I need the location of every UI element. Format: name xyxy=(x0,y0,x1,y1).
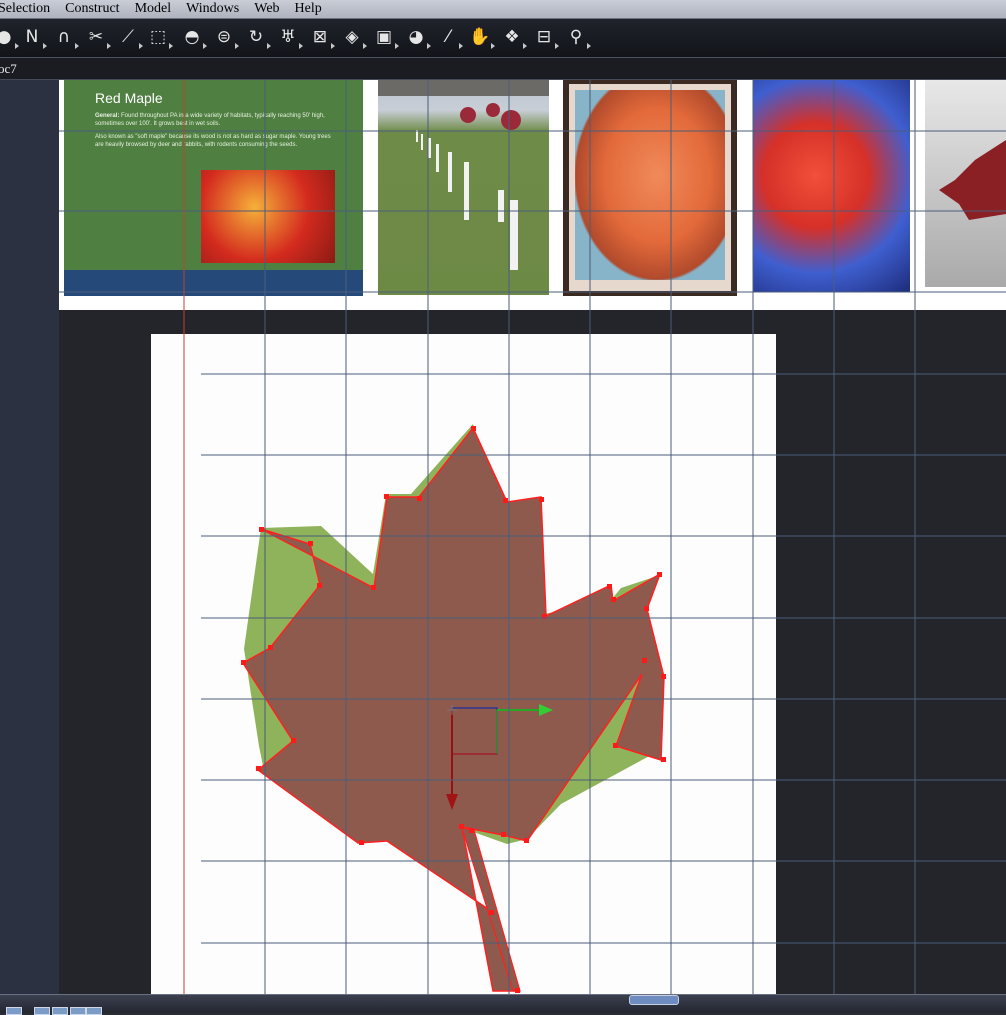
status-toggle-4[interactable] xyxy=(70,1007,86,1015)
sphere-tool-icon[interactable]: ● xyxy=(0,25,19,49)
document-title-bar: oc7 xyxy=(0,58,1006,80)
bounding-box-tool-icon[interactable]: ⬚ xyxy=(146,25,173,49)
menu-windows[interactable]: Windows xyxy=(186,1,248,17)
ball-tool-icon[interactable]: ◕ xyxy=(404,25,431,49)
camera-tool-icon[interactable]: ⊟ xyxy=(532,25,559,49)
scissors-tool-icon[interactable]: ✂ xyxy=(84,25,111,49)
polyline-tool-icon[interactable]: N xyxy=(20,25,47,49)
construction-grid xyxy=(59,80,1006,994)
tool-palette: ● N ∩ ✂ ⟋ ⬚ ◓ ⊜ ↻ ♅ ⊠ ◈ ▣ ◕ ⁄ ✋ ❖ ⊟ ⚲ xyxy=(0,19,1006,58)
menu-construct[interactable]: Construct xyxy=(65,1,128,17)
lathe-tool-icon[interactable]: ⊜ xyxy=(212,25,239,49)
menu-model[interactable]: Model xyxy=(135,1,181,17)
goblet-tool-icon[interactable]: ♅ xyxy=(276,25,303,49)
rotate-object-icon[interactable]: ↻ xyxy=(244,25,271,49)
pin-tool-icon[interactable]: ⚲ xyxy=(564,25,591,49)
menu-selection[interactable]: Selection xyxy=(0,1,59,17)
left-panel xyxy=(0,80,59,994)
x-box-tool-icon[interactable]: ⊠ xyxy=(308,25,335,49)
canvas-area[interactable]: Red Maple General: Found throughout PA i… xyxy=(59,80,1006,994)
menu-help[interactable]: Help xyxy=(295,1,331,17)
status-bar xyxy=(0,994,1006,1015)
grid-lines xyxy=(59,80,1006,994)
hand-tool-icon[interactable]: ✋ xyxy=(468,25,495,49)
point-tool-icon[interactable]: ⟋ xyxy=(116,25,143,49)
status-toggle-3[interactable] xyxy=(52,1007,68,1015)
unfold-tool-icon[interactable]: ❖ xyxy=(500,25,527,49)
half-sphere-tool-icon[interactable]: ◓ xyxy=(180,25,207,49)
panel-splitter-handle[interactable] xyxy=(629,995,679,1005)
bag-tool-icon[interactable]: ▣ xyxy=(372,25,399,49)
menu-web[interactable]: Web xyxy=(254,1,288,17)
menu-bar: Selection Construct Model Windows Web He… xyxy=(0,0,1006,19)
status-toggle-2[interactable] xyxy=(34,1007,50,1015)
document-tab-label[interactable]: oc7 xyxy=(0,61,17,76)
pen-tool-icon[interactable]: ⁄ xyxy=(436,25,463,49)
status-toggle-5[interactable] xyxy=(86,1007,102,1015)
box-tool-icon[interactable]: ◈ xyxy=(340,25,367,49)
status-toggle-1[interactable] xyxy=(6,1007,22,1015)
magnet-tool-icon[interactable]: ∩ xyxy=(52,25,79,49)
